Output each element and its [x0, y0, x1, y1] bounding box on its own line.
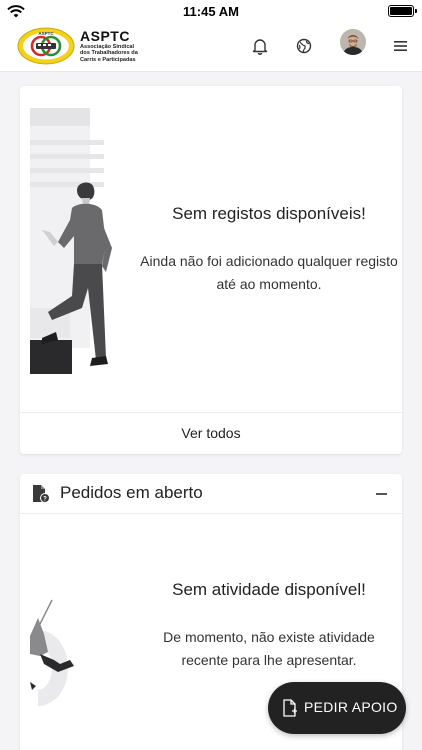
empty-records-title: Sem registos disponíveis!: [172, 204, 366, 223]
empty-activity-text: De momento, não existe atividade recente…: [163, 629, 375, 668]
menu-icon[interactable]: [392, 37, 410, 55]
empty-activity-illustration: [30, 599, 74, 706]
records-card: Sem registos disponíveis! Ainda não foi …: [20, 86, 402, 454]
svg-text:?: ?: [43, 496, 47, 502]
asptc-logo-emblem[interactable]: ASPTC: [16, 26, 76, 66]
globe-icon[interactable]: [295, 37, 313, 55]
new-document-icon: [283, 699, 297, 717]
request-support-label: PEDIR APOIO: [304, 699, 398, 715]
collapse-icon[interactable]: [376, 493, 387, 495]
battery-icon: [388, 5, 417, 17]
status-bar: 11:45 AM: [0, 0, 422, 24]
app-header: ASPTC ASPTC Associação Sindical dos Trab…: [0, 24, 422, 72]
bell-icon[interactable]: [251, 37, 269, 55]
status-time: 11:45 AM: [183, 4, 239, 19]
svg-text:ASPTC: ASPTC: [38, 31, 54, 36]
document-question-icon: ?: [33, 485, 50, 503]
open-requests-header[interactable]: ? Pedidos em aberto: [20, 474, 402, 514]
view-all-link[interactable]: Ver todos: [20, 412, 402, 454]
open-requests-title: Pedidos em aberto: [60, 483, 203, 502]
logo-title: ASPTC: [80, 28, 130, 44]
avatar[interactable]: [340, 29, 366, 55]
empty-records-illustration: [30, 108, 112, 374]
empty-activity-title: Sem atividade disponível!: [172, 580, 366, 599]
request-support-button[interactable]: PEDIR APOIO: [268, 682, 406, 734]
user-photo: [340, 29, 366, 55]
logo-subtitle: Associação Sindical dos Trabalhadores da…: [80, 44, 138, 63]
empty-records-text: Ainda não foi adicionado qualquer regist…: [140, 253, 398, 292]
